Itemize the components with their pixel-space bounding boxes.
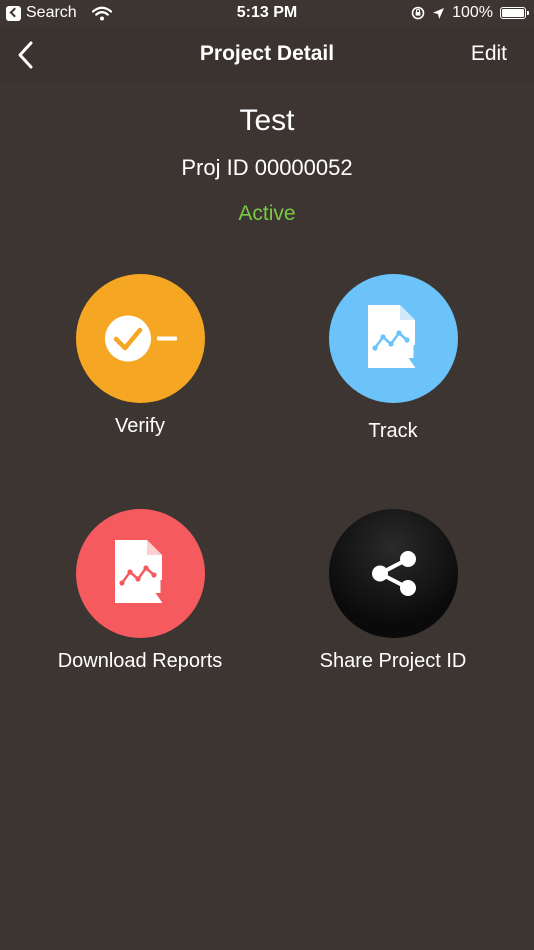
share-project-id-label: Share Project ID <box>319 650 467 672</box>
track-label: Track <box>368 420 418 442</box>
navigation-bar: Project Detail Edit <box>0 28 534 82</box>
location-arrow-icon <box>433 7 445 19</box>
share-project-id-circle[interactable] <box>328 509 458 638</box>
download-reports-button[interactable]: Download Reports <box>20 509 260 673</box>
verify-icon <box>104 315 177 362</box>
download-report-icon <box>114 540 169 603</box>
orientation-lock-icon <box>411 6 425 20</box>
share-project-id-button[interactable]: Share Project ID <box>273 509 513 673</box>
download-reports-label: Download Reports <box>57 650 223 672</box>
download-reports-circle[interactable] <box>75 509 205 638</box>
verify-circle[interactable] <box>75 274 205 403</box>
track-circle[interactable] <box>328 274 458 403</box>
battery-percentage: 100% <box>452 4 493 21</box>
edit-button[interactable]: Edit <box>471 42 507 66</box>
track-button[interactable]: Track <box>273 274 513 443</box>
status-right: 100% <box>411 4 529 22</box>
share-icon <box>371 551 416 596</box>
track-report-icon <box>367 305 422 368</box>
project-status: Active <box>238 202 296 225</box>
page-title: Project Detail <box>199 42 335 65</box>
status-bar: Search 5:13 PM 100% <box>0 0 534 28</box>
project-id: Proj ID 00000052 <box>181 155 353 180</box>
project-name: Test <box>239 104 295 137</box>
battery-icon <box>500 7 529 19</box>
verify-label: Verify <box>114 415 166 437</box>
verify-button[interactable]: Verify <box>20 274 260 438</box>
